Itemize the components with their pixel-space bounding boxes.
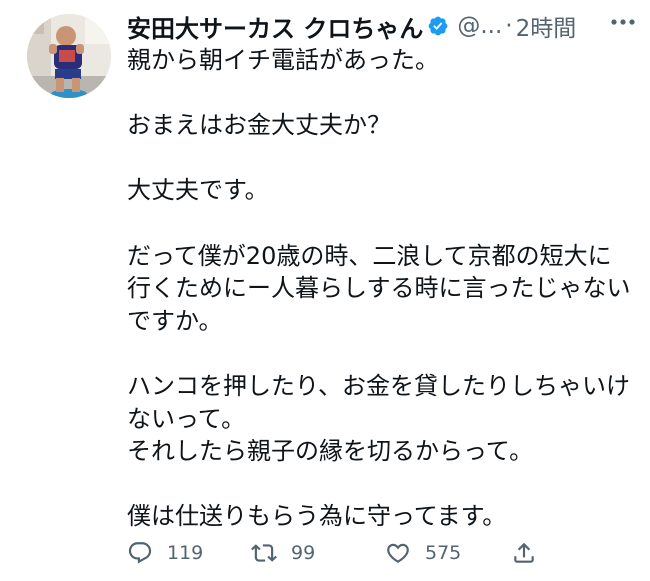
- retweet-count: 99: [291, 542, 316, 564]
- more-dots-icon: [611, 19, 635, 25]
- heart-icon: [387, 543, 409, 563]
- tweet-text: 親から朝イチ電話があった。 おまえはお金大丈夫か？ 大丈夫です。 だって僕が20…: [127, 46, 631, 531]
- tweet-actions: 119 99 575: [127, 533, 607, 573]
- author-handle[interactable]: @...: [457, 13, 502, 39]
- reply-count: 119: [167, 542, 204, 564]
- author-name[interactable]: 安田大サーカス クロちゃん: [127, 9, 423, 44]
- tweet-timestamp[interactable]: 2時間: [516, 9, 577, 43]
- retweet-icon: [251, 544, 277, 562]
- like-button[interactable]: 575: [385, 533, 461, 573]
- reply-icon: [128, 542, 152, 564]
- retweet-button[interactable]: 99: [251, 533, 315, 573]
- avatar[interactable]: [27, 14, 111, 98]
- separator-dot: ·: [505, 13, 513, 39]
- reply-button[interactable]: 119: [127, 533, 203, 573]
- share-button[interactable]: [511, 533, 537, 573]
- like-count: 575: [425, 542, 462, 564]
- share-icon: [514, 542, 534, 563]
- tweet[interactable]: 安田大サーカス クロちゃん @... · 2時間 親から朝イチ電話があった。 お…: [0, 0, 650, 581]
- verified-badge-icon: [428, 16, 448, 36]
- avatar-photo: [27, 14, 111, 98]
- tweet-header: 安田大サーカス クロちゃん @... · 2時間: [127, 6, 642, 46]
- more-options-button[interactable]: [608, 10, 638, 34]
